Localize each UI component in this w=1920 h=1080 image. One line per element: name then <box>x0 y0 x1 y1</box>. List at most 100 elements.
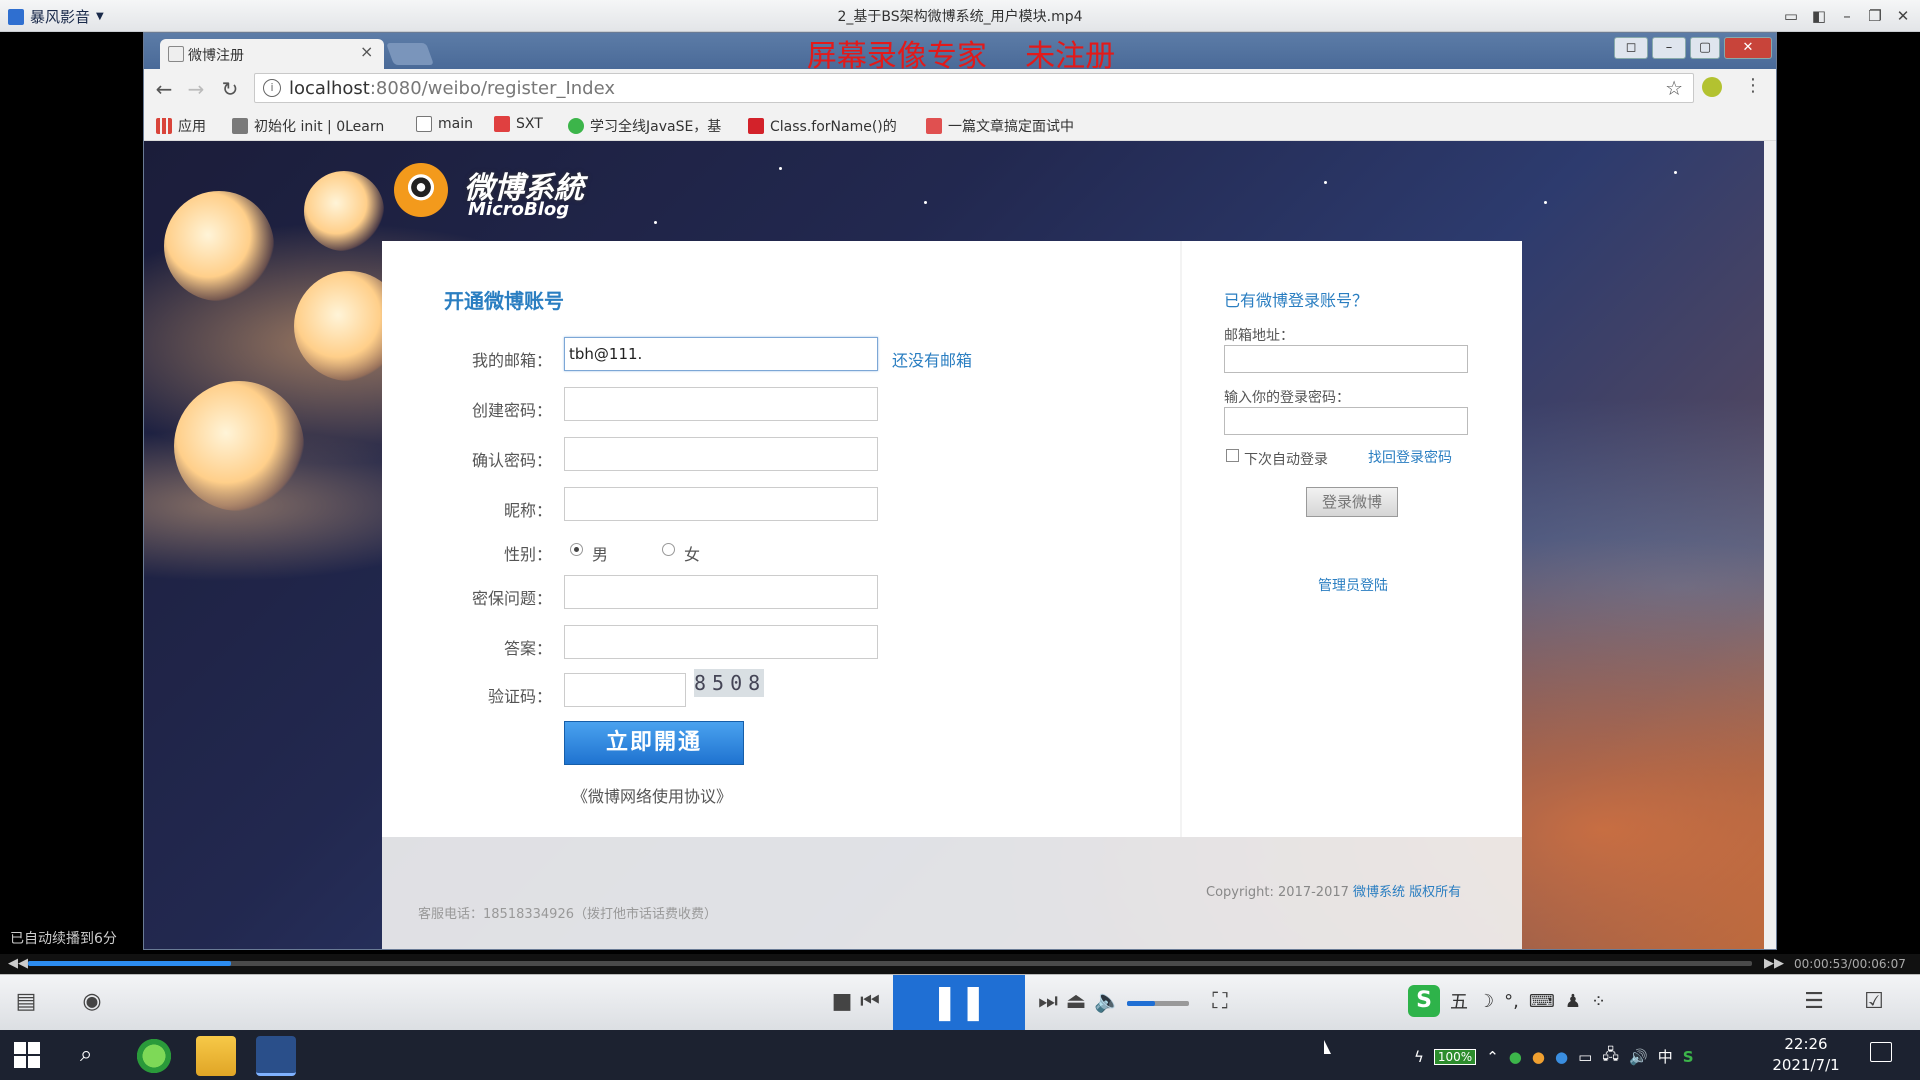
punctuation-icon[interactable]: °, <box>1504 991 1519 1012</box>
bookmark-label: 应用 <box>178 119 206 135</box>
wechat-icon <box>568 118 584 134</box>
bookmark-label: 一篇文章搞定面试中 <box>948 119 1074 135</box>
tray-app-icon[interactable]: ● <box>1555 1048 1568 1066</box>
settings-list-icon[interactable]: ☑ <box>1860 989 1888 1014</box>
pause-button[interactable]: ❚❚ <box>893 975 1025 1031</box>
minimize-icon[interactable]: – <box>1836 5 1858 27</box>
speaker-icon[interactable]: 🔊 <box>1629 1048 1648 1066</box>
search-icon[interactable]: ⌕ <box>80 1042 92 1067</box>
sogou-ime-icon[interactable]: S <box>1408 985 1440 1017</box>
rewind-icon[interactable]: ◀◀ <box>8 956 28 971</box>
answer-field[interactable] <box>564 625 878 659</box>
login-email-field[interactable] <box>1224 345 1468 373</box>
login-password-field[interactable] <box>1224 407 1468 435</box>
security-question-field[interactable] <box>564 575 878 609</box>
progress-row: ◀◀ ▶▶ 00:00:53/00:06:07 <box>0 954 1920 974</box>
address-url[interactable]: localhost:8080/weibo/register_Index <box>289 78 615 99</box>
star-decoration <box>779 167 782 170</box>
user-icon[interactable]: ♟ <box>1565 991 1581 1012</box>
stop-icon[interactable]: ■ <box>828 989 856 1014</box>
bookmark-interview[interactable]: 一篇文章搞定面试中 <box>926 116 1074 136</box>
browser-minimize-icon[interactable]: – <box>1652 37 1686 59</box>
next-icon[interactable]: ⏭ <box>1034 989 1062 1014</box>
forward-arrow-icon[interactable]: → <box>184 77 208 101</box>
forgot-password-link[interactable]: 找回登录密码 <box>1368 447 1452 467</box>
captcha-field[interactable] <box>564 673 686 707</box>
browser-maximize-icon[interactable]: ▢ <box>1690 37 1720 59</box>
skin-grid-icon[interactable]: ⁘ <box>1591 991 1606 1012</box>
clock-date[interactable]: 2021/7/1 <box>1764 1056 1848 1074</box>
kebab-menu-icon[interactable]: ⋮ <box>1744 75 1762 96</box>
restore-icon[interactable]: ❐ <box>1864 5 1886 27</box>
chat-icon[interactable]: ▭ <box>1780 5 1802 27</box>
register-submit-button[interactable]: 立即開通 <box>564 721 744 765</box>
close-icon[interactable]: ✕ <box>1892 5 1914 27</box>
back-arrow-icon[interactable]: ← <box>152 77 176 101</box>
tray-app-icon[interactable]: ● <box>1532 1048 1545 1066</box>
browser-app-icon[interactable] <box>134 1036 174 1076</box>
captcha-image[interactable]: 8508 <box>694 669 764 697</box>
bookmark-init[interactable]: 初始化 init | 0Learn <box>232 116 384 136</box>
bookmark-javase[interactable]: 学习全线JavaSE，基 <box>568 116 721 136</box>
page-scrollbar[interactable] <box>1764 141 1776 949</box>
bookmark-main[interactable]: main <box>416 116 473 132</box>
ime-wubi-icon[interactable]: 五 <box>1450 988 1468 1014</box>
file-explorer-icon[interactable] <box>196 1036 236 1076</box>
volume-fill <box>1127 1001 1155 1006</box>
volume-icon[interactable]: 🔈 <box>1094 989 1122 1014</box>
media-player-app-icon[interactable] <box>256 1036 296 1076</box>
bookmark-classforname[interactable]: Class.forName()的 <box>748 116 897 136</box>
address-bar[interactable]: i localhost:8080/weibo/register_Index ☆ <box>254 73 1694 103</box>
copyright-brand-link[interactable]: 微博系统 版权所有 <box>1353 885 1461 900</box>
power-icon[interactable]: ϟ <box>1414 1048 1424 1066</box>
chevron-up-icon[interactable]: ⌃ <box>1486 1048 1499 1066</box>
moon-icon[interactable]: ☽ <box>1478 991 1494 1012</box>
url-path: :8080/weibo/register_Index <box>369 78 616 99</box>
bookmark-sxt[interactable]: SXT <box>494 116 543 132</box>
network-icon[interactable]: 🖧 <box>1602 1044 1619 1069</box>
remember-me-checkbox[interactable] <box>1226 449 1239 462</box>
nickname-label: 昵称： <box>503 501 552 520</box>
password-field[interactable] <box>564 387 878 421</box>
eject-icon[interactable]: ⏏ <box>1062 989 1090 1014</box>
login-button[interactable]: 登录微博 <box>1306 487 1398 517</box>
bookmark-apps[interactable]: 应用 <box>156 116 206 136</box>
ime-language[interactable]: 中 <box>1658 1046 1673 1067</box>
info-icon[interactable]: i <box>263 79 281 97</box>
fullscreen-icon[interactable]: ⛶ <box>1206 989 1234 1014</box>
fast-forward-icon[interactable]: ▶▶ <box>1764 956 1784 971</box>
playlist-icon[interactable]: ☰ <box>1800 989 1828 1014</box>
confirm-password-field[interactable] <box>564 437 878 471</box>
battery-icon[interactable]: 100% <box>1433 1048 1477 1065</box>
email-field[interactable]: tbh@111. <box>564 337 878 371</box>
volume-slider[interactable] <box>1127 1001 1189 1006</box>
page-icon <box>416 116 432 132</box>
gender-female-radio[interactable] <box>662 543 675 556</box>
browser-profile-icon[interactable]: ◻ <box>1614 37 1648 59</box>
nickname-field[interactable] <box>564 487 878 521</box>
toolbox-icon[interactable]: ▤ <box>12 989 40 1014</box>
star-decoration <box>1674 171 1677 174</box>
admin-login-link[interactable]: 管理员登陆 <box>1318 575 1388 595</box>
browser-close-icon[interactable]: ✕ <box>1724 37 1772 59</box>
reload-icon[interactable]: ↻ <box>218 77 242 101</box>
captcha-label: 验证码： <box>487 687 552 706</box>
terms-link[interactable]: 《微博网络使用协议》 <box>572 783 732 807</box>
gender-male-radio[interactable] <box>570 543 583 556</box>
keyboard-icon[interactable]: ⌨ <box>1529 991 1555 1012</box>
progress-bar[interactable] <box>28 961 1752 966</box>
tray-app-icon[interactable]: ● <box>1509 1048 1522 1066</box>
previous-icon[interactable]: ⏮ <box>856 989 884 1014</box>
skin-icon[interactable]: ◧ <box>1808 5 1830 27</box>
star-icon[interactable]: ☆ <box>1665 76 1683 100</box>
no-email-link[interactable]: 还没有邮箱 <box>892 347 972 371</box>
eye-icon[interactable]: ◉ <box>70 989 114 1014</box>
tray-app-icon[interactable]: ▭ <box>1578 1048 1592 1066</box>
notification-icon[interactable] <box>1870 1042 1892 1062</box>
sogou-tray-icon[interactable]: S <box>1683 1048 1694 1066</box>
player-control-bar: ▤ ◉ ■ ⏮ ❚❚ ⏭ ⏏ 🔈 ⛶ S 五 ☽ °, ⌨ ♟ ⁘ ☰ ☑ <box>0 974 1920 1031</box>
windows-start-icon[interactable] <box>14 1042 40 1068</box>
extension-icon[interactable] <box>1702 77 1722 97</box>
clock-time[interactable]: 22:26 <box>1770 1035 1842 1053</box>
lantern-decoration <box>174 381 304 511</box>
